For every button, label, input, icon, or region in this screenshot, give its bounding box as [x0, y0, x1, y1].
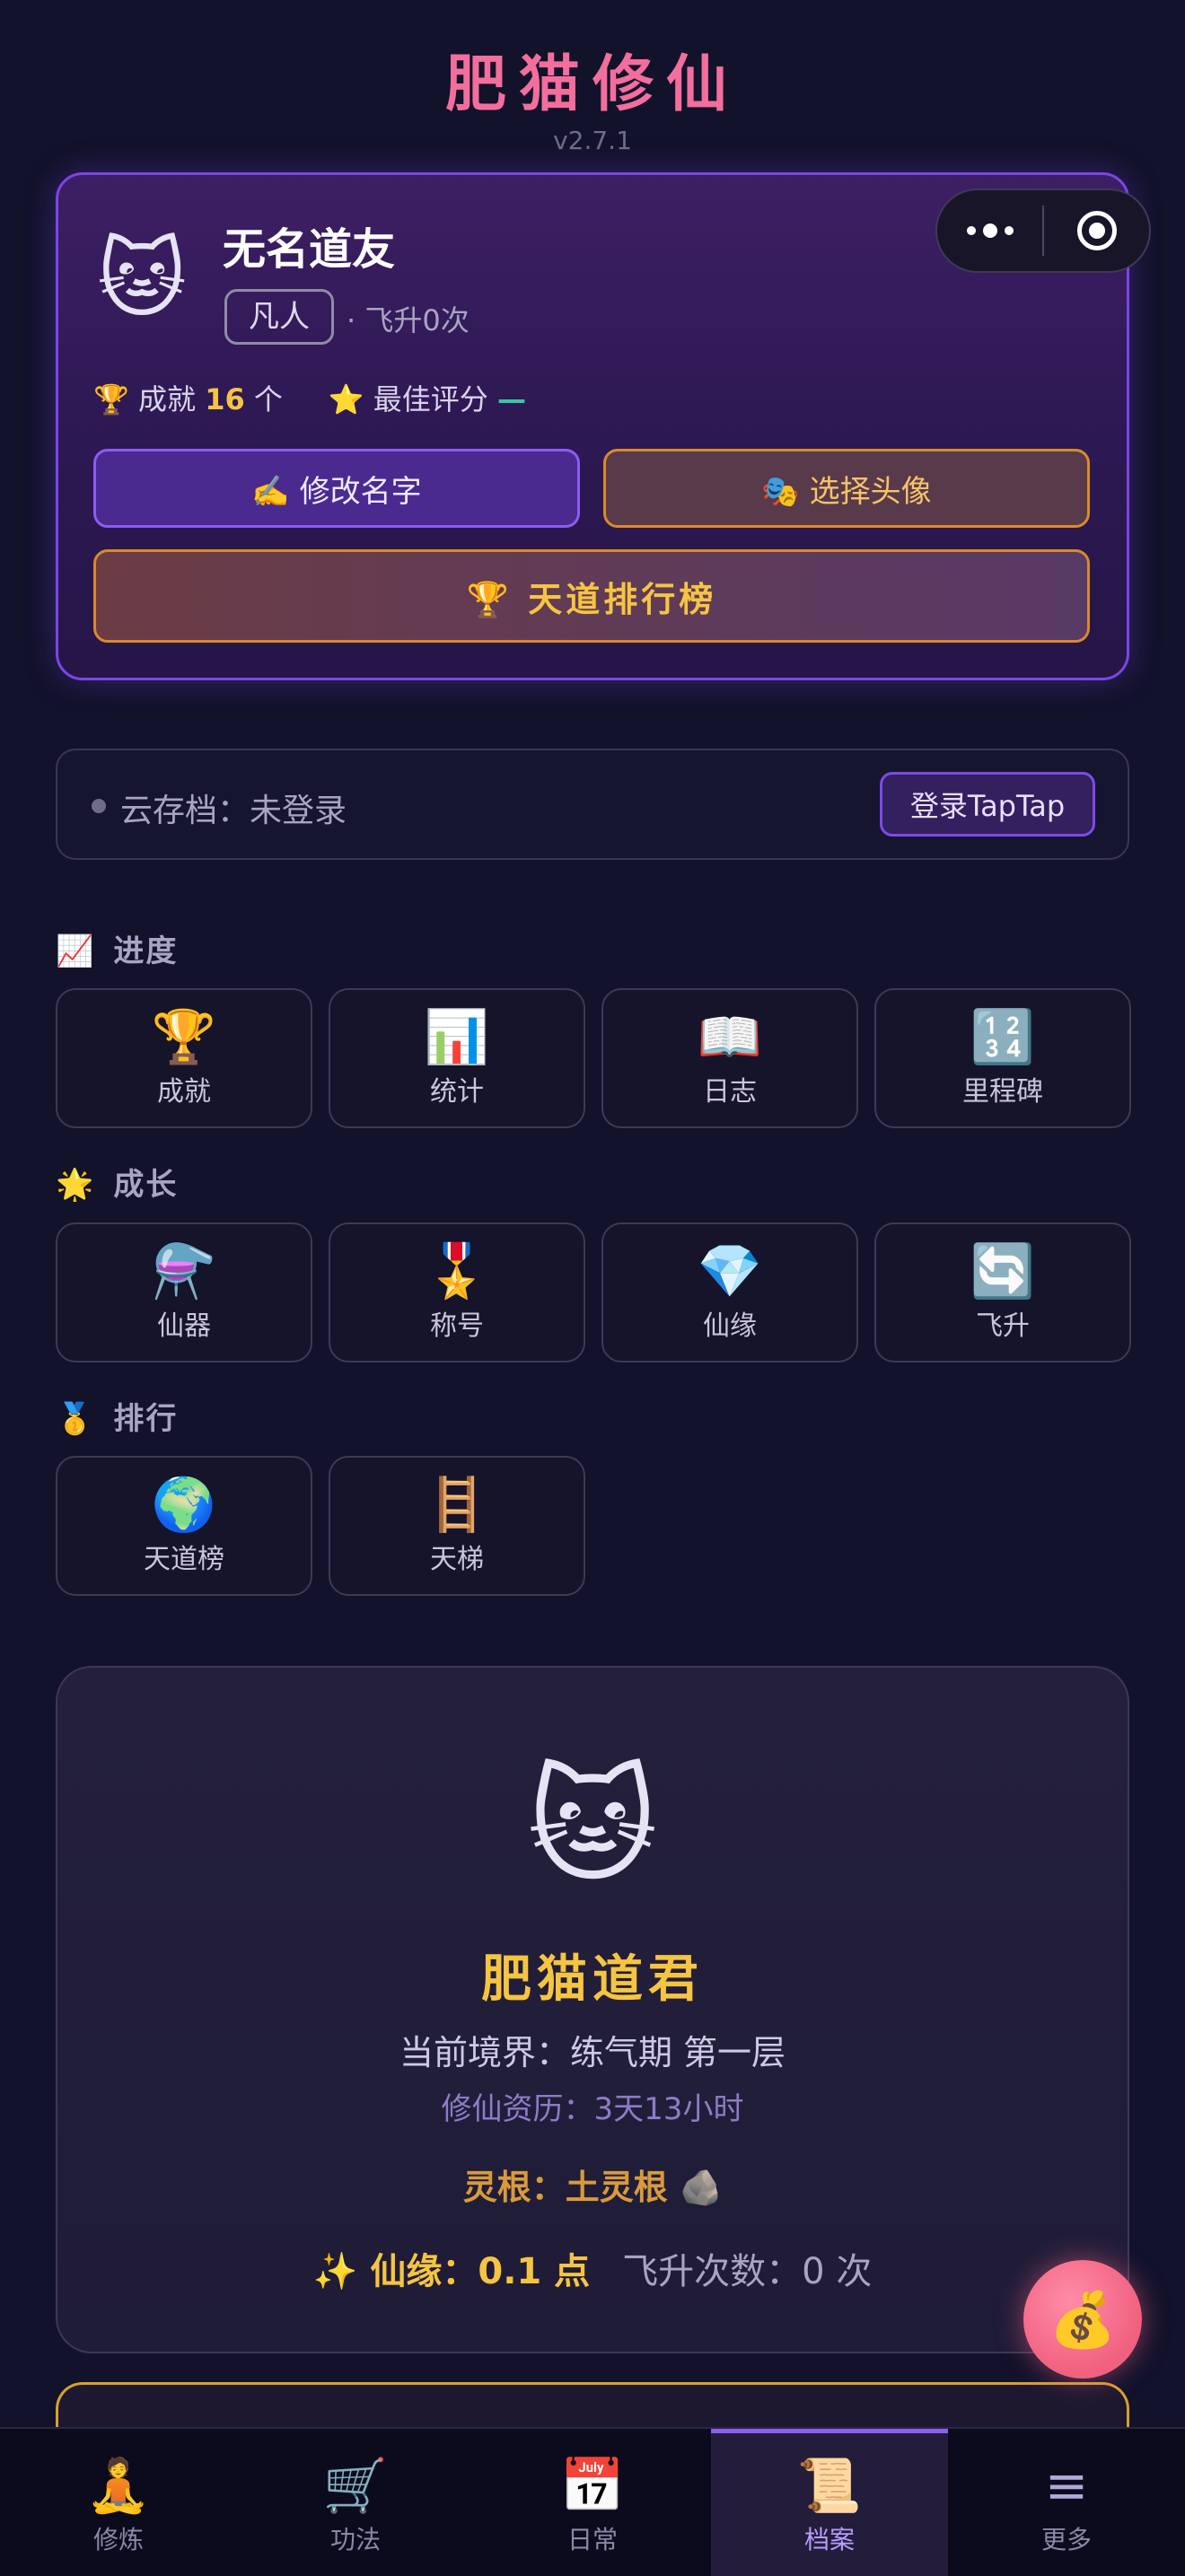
tab-cultivate[interactable]: 🧘 修炼: [0, 2429, 237, 2576]
achievements-count: 16: [205, 382, 245, 416]
tab-more[interactable]: ≡ 更多: [948, 2429, 1185, 2576]
open-book-icon: 📖: [697, 1006, 763, 1067]
character-age: 修仙资历：3天13小时: [441, 2091, 744, 2127]
tile-achievements[interactable]: 🏆 成就: [56, 988, 312, 1128]
choose-avatar-button[interactable]: 🎭 选择头像: [603, 449, 1090, 528]
tile-label: 日志: [703, 1076, 757, 1108]
tile-ladder[interactable]: 🪜 天梯: [329, 1456, 585, 1596]
globe-icon: 🌍: [151, 1474, 217, 1535]
profile-stats: 🏆 成就 16 个 ⭐ 最佳评分 —: [93, 377, 526, 418]
leaderboard-button[interactable]: 🏆 天道排行榜: [93, 549, 1090, 643]
tab-label: 修炼: [92, 2525, 144, 2554]
glowing-star-icon: 🌟: [56, 1167, 96, 1203]
money-bag-button[interactable]: 💰: [1023, 2260, 1142, 2379]
character-spirit-root: 灵根：土灵根 🪨: [462, 2168, 723, 2207]
achievements-unit: 个: [253, 382, 283, 416]
ascend-count-text: · 飞升0次: [347, 303, 470, 337]
tab-techniques[interactable]: 🛒 功法: [237, 2429, 474, 2576]
profile-avatar[interactable]: 🐱: [97, 230, 187, 329]
trophy-icon: 🏆: [151, 1006, 217, 1067]
section-progress-header: 📈 进度: [56, 926, 178, 970]
tile-ascend[interactable]: 🔄 飞升: [874, 1222, 1131, 1362]
character-fate-line: ✨ 仙缘：0.1 点飞升次数：0 次: [0, 2242, 1185, 2294]
fate-points: ✨ 仙缘：0.1 点: [312, 2251, 591, 2292]
tile-label: 天梯: [430, 1544, 484, 1575]
calendar-icon: 📅: [559, 2455, 626, 2516]
character-title: 肥猫道君: [481, 1950, 704, 2009]
gem-icon: 💎: [697, 1240, 763, 1301]
mini-program-capsule: [935, 188, 1151, 273]
close-miniprogram-button[interactable]: [1044, 190, 1149, 271]
tile-label: 仙缘: [703, 1310, 757, 1342]
more-button[interactable]: [937, 190, 1042, 271]
tile-label: 飞升: [976, 1310, 1030, 1342]
tab-archive[interactable]: 📜 档案: [711, 2429, 948, 2576]
target-circle-icon: [1076, 211, 1117, 250]
rename-button[interactable]: ✍️ 修改名字: [93, 449, 580, 528]
chart-up-icon: 📈: [56, 933, 96, 969]
tile-log[interactable]: 📖 日志: [601, 988, 858, 1128]
app-version: v2.7.1: [553, 126, 632, 155]
section-title: 成长: [113, 1167, 179, 1203]
bar-chart-icon: 📊: [424, 1006, 490, 1067]
cloud-status-text: 云存档：未登录: [120, 793, 347, 829]
character-avatar: 🐱: [527, 1754, 658, 1900]
tile-artifacts[interactable]: ⚗️ 仙器: [56, 1222, 312, 1362]
cloud-status-dot: [92, 799, 106, 813]
meditation-icon: 🧘: [85, 2455, 152, 2516]
best-score-value: —: [496, 382, 526, 416]
tile-milestones[interactable]: 🔢 里程碑: [874, 988, 1131, 1128]
numbers-icon: 🔢: [970, 1006, 1036, 1067]
money-bag-icon: 💰: [1049, 2288, 1117, 2352]
login-taptap-button[interactable]: 登录TapTap: [880, 772, 1095, 837]
achievements-label: 🏆 成就: [93, 382, 197, 416]
tile-label: 统计: [430, 1076, 484, 1108]
section-title: 进度: [113, 933, 179, 969]
tab-label: 档案: [803, 2525, 855, 2554]
rank-badge: 凡人: [224, 289, 334, 345]
medal-icon: 🎖️: [424, 1240, 490, 1301]
tile-titles[interactable]: 🎖️ 称号: [329, 1222, 585, 1362]
player-name: 无名道友: [223, 224, 396, 275]
tile-label: 仙器: [157, 1310, 211, 1342]
tile-statistics[interactable]: 📊 统计: [329, 988, 585, 1128]
character-realm: 当前境界：练气期 第一层: [399, 2033, 786, 2072]
tile-label: 称号: [430, 1310, 484, 1342]
bottom-tab-bar: 🧘 修炼 🛒 功法 📅 日常 📜 档案 ≡ 更多: [0, 2427, 1185, 2576]
tile-heaven-board[interactable]: 🌍 天道榜: [56, 1456, 312, 1596]
tile-fate[interactable]: 💎 仙缘: [601, 1222, 858, 1362]
ascend-count: 飞升次数：0 次: [622, 2251, 873, 2292]
menu-icon: ≡: [1044, 2455, 1089, 2516]
alembic-icon: ⚗️: [151, 1240, 217, 1301]
scroll-icon: 📜: [796, 2455, 863, 2516]
tile-label: 成就: [157, 1076, 211, 1108]
more-dots-icon: [966, 223, 1014, 238]
gold-medal-icon: 🥇: [56, 1401, 96, 1437]
tile-label: 天道榜: [144, 1544, 224, 1575]
section-growth-header: 🌟 成长: [56, 1160, 178, 1204]
best-score-label: ⭐ 最佳评分: [328, 382, 488, 416]
app-title: 肥猫修仙: [444, 49, 740, 120]
tile-label: 里程碑: [962, 1076, 1043, 1108]
section-title: 排行: [113, 1401, 179, 1437]
refresh-icon: 🔄: [970, 1240, 1036, 1301]
shopping-cart-icon: 🛒: [322, 2455, 389, 2516]
section-ranking-header: 🥇 排行: [56, 1394, 178, 1438]
ladder-icon: 🪜: [424, 1474, 490, 1535]
tab-label: 功法: [329, 2525, 381, 2554]
tab-daily[interactable]: 📅 日常: [474, 2429, 711, 2576]
tab-label: 更多: [1040, 2525, 1092, 2554]
tab-label: 日常: [566, 2525, 618, 2554]
